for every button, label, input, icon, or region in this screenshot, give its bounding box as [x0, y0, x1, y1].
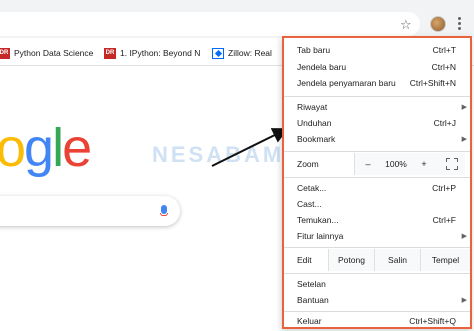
menu-item-exit[interactable]: Keluar Ctrl+Shift+Q: [284, 313, 470, 329]
menu-item-label: Keluar: [297, 316, 322, 326]
menu-item-label: Jendela baru: [297, 62, 347, 72]
chevron-right-icon: ▶: [461, 233, 467, 240]
chevron-right-icon: ▶: [461, 104, 467, 111]
shortcut-label: Ctrl+J: [433, 118, 456, 128]
menu-item-label: Bantuan: [297, 295, 329, 305]
menu-divider: [284, 311, 470, 312]
menu-item-label: Bookmark: [297, 134, 336, 144]
zoom-label: Zoom: [297, 159, 319, 169]
edit-label: Edit: [297, 255, 312, 265]
shortcut-label: Ctrl+Shift+N: [409, 78, 456, 88]
chevron-right-icon: ▶: [461, 136, 467, 143]
menu-item-incognito[interactable]: Jendela penyamaran baru Ctrl+Shift+N: [284, 75, 470, 91]
shortcut-label: Ctrl+N: [431, 62, 456, 72]
menu-item-settings[interactable]: Setelan: [284, 276, 470, 292]
paste-button[interactable]: Tempel: [420, 249, 470, 271]
cut-button[interactable]: Potong: [328, 249, 374, 271]
shortcut-label: Ctrl+T: [432, 45, 456, 55]
shortcut-label: Ctrl+F: [432, 215, 456, 225]
menu-item-label: Jendela penyamaran baru: [297, 78, 396, 88]
menu-item-help[interactable]: Bantuan ▶: [284, 292, 470, 308]
menu-item-label: Fitur lainnya: [297, 231, 344, 241]
menu-item-label: Unduhan: [297, 118, 332, 128]
menu-item-print[interactable]: Cetak... Ctrl+P: [284, 180, 470, 196]
menu-divider: [284, 177, 470, 178]
copy-button[interactable]: Salin: [374, 249, 420, 271]
shortcut-label: Ctrl+Shift+Q: [409, 316, 456, 326]
menu-divider: [284, 96, 470, 97]
menu-item-history[interactable]: Riwayat ▶: [284, 99, 470, 115]
menu-divider: [284, 247, 470, 248]
menu-item-more-tools[interactable]: Fitur lainnya ▶: [284, 228, 470, 244]
menu-item-find[interactable]: Temukan... Ctrl+F: [284, 212, 470, 228]
menu-divider: [284, 151, 470, 152]
menu-item-new-tab[interactable]: Tab baru Ctrl+T: [284, 42, 470, 58]
zoom-in-button[interactable]: +: [411, 159, 437, 169]
menu-item-cast[interactable]: Cast...: [284, 196, 470, 212]
menu-zoom-row: Zoom – 100% +: [284, 153, 470, 175]
menu-item-label: Temukan...: [297, 215, 339, 225]
menu-item-new-window[interactable]: Jendela baru Ctrl+N: [284, 59, 470, 75]
menu-item-label: Tab baru: [297, 45, 331, 55]
menu-item-label: Cast...: [297, 199, 322, 209]
zoom-level: 100%: [385, 159, 407, 169]
fullscreen-icon[interactable]: [446, 158, 458, 170]
menu-item-label: Cetak...: [297, 183, 327, 193]
shortcut-label: Ctrl+P: [432, 183, 456, 193]
menu-edit-row: Edit Potong Salin Tempel: [284, 249, 470, 271]
menu-item-label: Riwayat: [297, 102, 328, 112]
zoom-out-button[interactable]: –: [355, 159, 381, 169]
menu-divider: [284, 273, 470, 274]
menu-item-bookmarks[interactable]: Bookmark ▶: [284, 131, 470, 147]
chrome-main-menu: Tab baru Ctrl+T Jendela baru Ctrl+N Jend…: [282, 36, 472, 329]
menu-item-label: Setelan: [297, 279, 326, 289]
chevron-right-icon: ▶: [461, 297, 467, 304]
menu-item-downloads[interactable]: Unduhan Ctrl+J: [284, 115, 470, 131]
